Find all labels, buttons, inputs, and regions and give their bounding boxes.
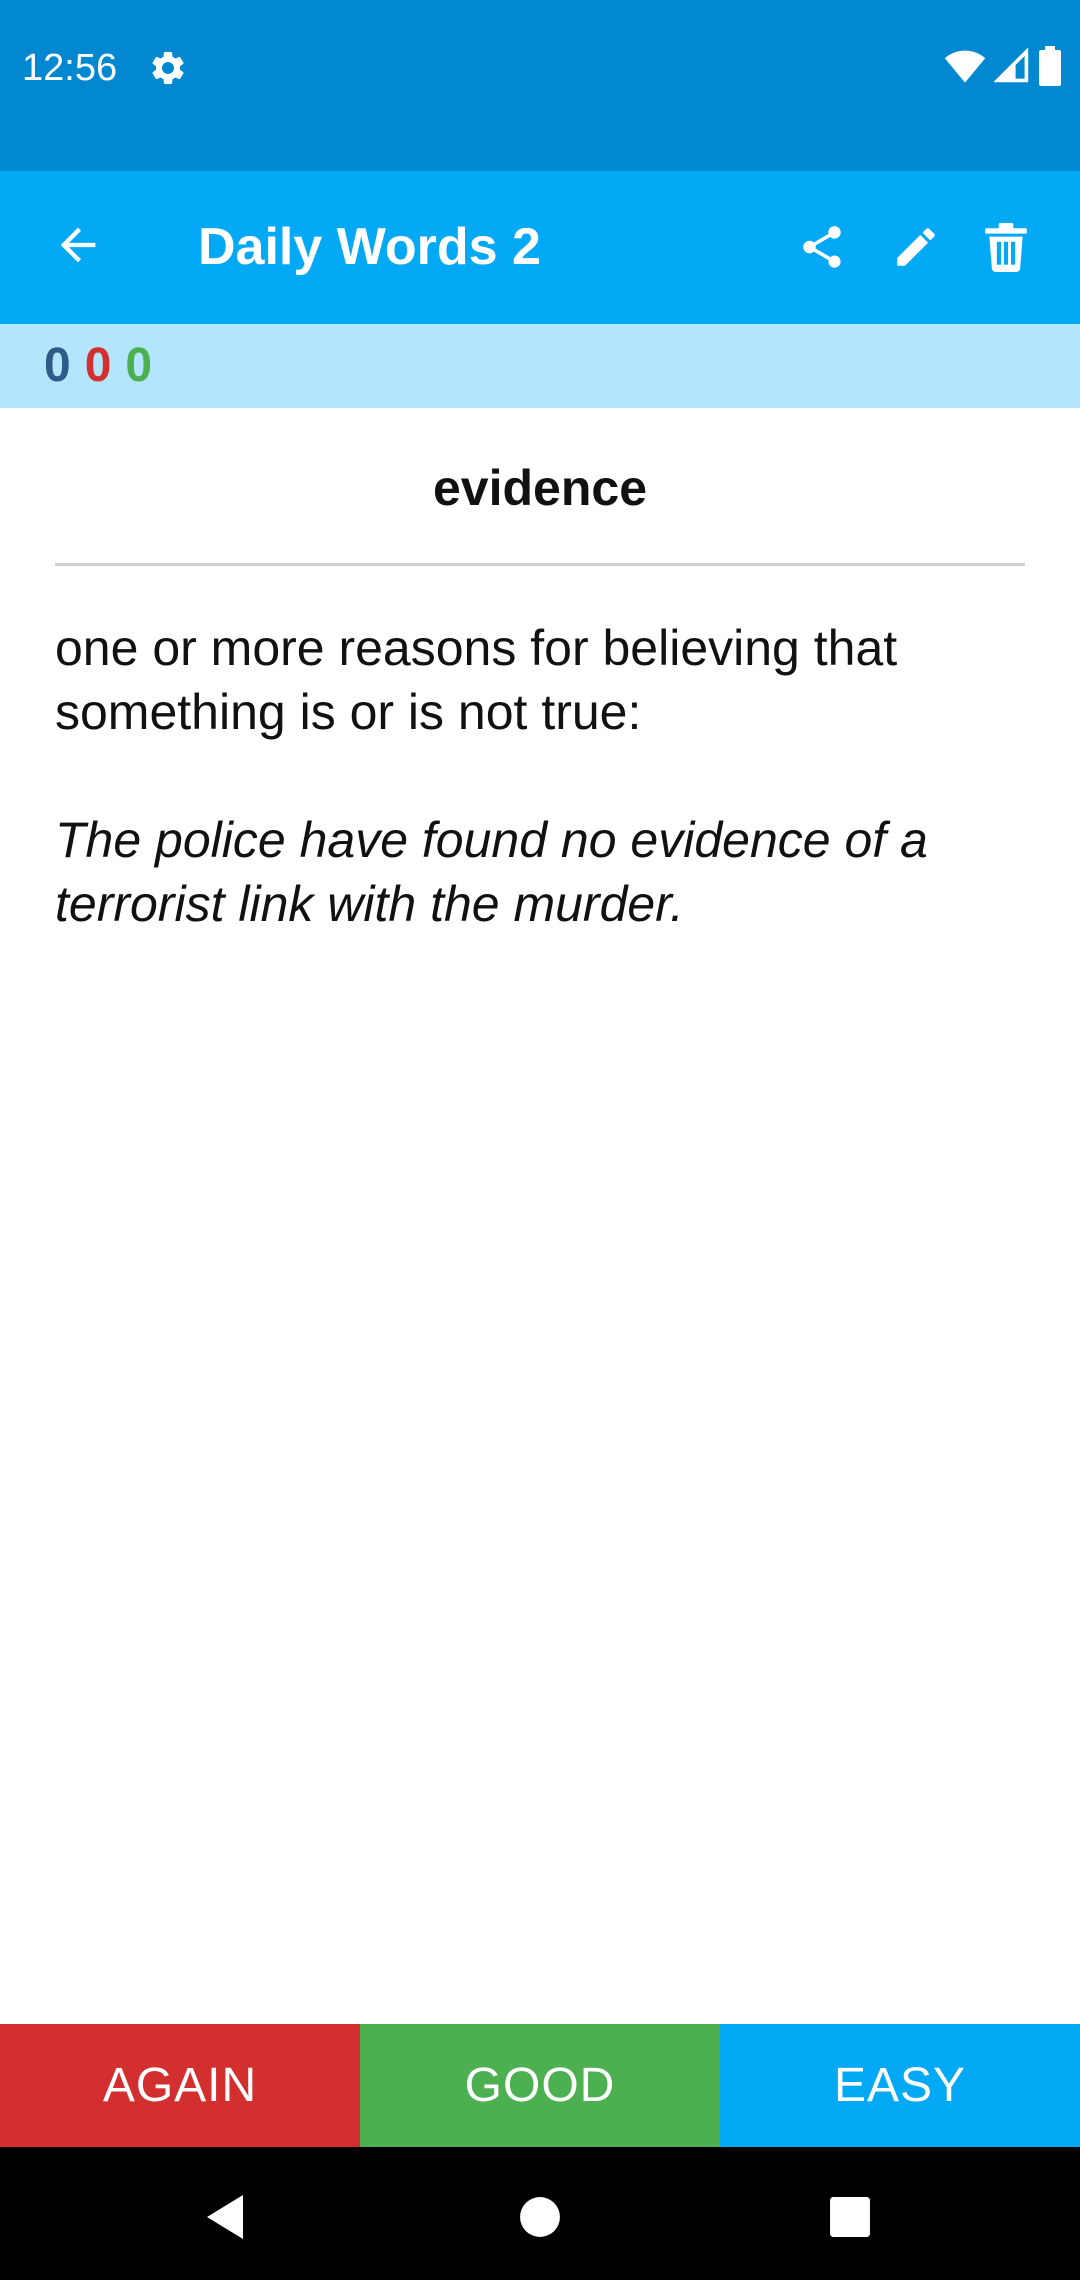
- wifi-icon: [944, 48, 986, 89]
- settings-icon: [148, 48, 188, 88]
- card-counts: 0 0 0: [44, 340, 152, 392]
- again-button[interactable]: AGAIN: [0, 2024, 360, 2147]
- divider: [55, 563, 1025, 566]
- easy-button[interactable]: EASY: [720, 2024, 1080, 2147]
- battery-icon: [1038, 45, 1062, 91]
- review-count: 0: [125, 339, 153, 392]
- card-definition: one or more reasons for believing that s…: [55, 620, 898, 740]
- page-title: Daily Words 2: [198, 218, 541, 276]
- good-button[interactable]: GOOD: [360, 2024, 720, 2147]
- cell-signal-icon: [993, 46, 1030, 89]
- delete-trash-icon[interactable]: [968, 207, 1044, 287]
- back-arrow-icon[interactable]: [36, 203, 120, 287]
- status-bar: 12:56: [0, 0, 1080, 171]
- status-time: 12:56: [22, 47, 118, 89]
- card-word: evidence: [432, 460, 647, 516]
- status-icons: [944, 45, 1062, 91]
- new-count: 0: [44, 339, 71, 392]
- share-icon[interactable]: [784, 207, 860, 287]
- edit-pencil-icon[interactable]: [878, 207, 954, 287]
- nav-back-icon[interactable]: [185, 2177, 265, 2257]
- learning-count: 0: [84, 339, 112, 392]
- nav-home-icon[interactable]: [500, 2177, 580, 2257]
- answer-buttons: AGAIN GOOD EASY: [0, 2024, 1080, 2147]
- nav-recents-icon[interactable]: [810, 2177, 890, 2257]
- app-bar: Daily Words 2: [0, 171, 1080, 324]
- card-example: The police have found no evidence of a t…: [55, 812, 928, 932]
- navigation-bar: [0, 2147, 1080, 2280]
- counts-bar: 0 0 0: [0, 324, 1080, 408]
